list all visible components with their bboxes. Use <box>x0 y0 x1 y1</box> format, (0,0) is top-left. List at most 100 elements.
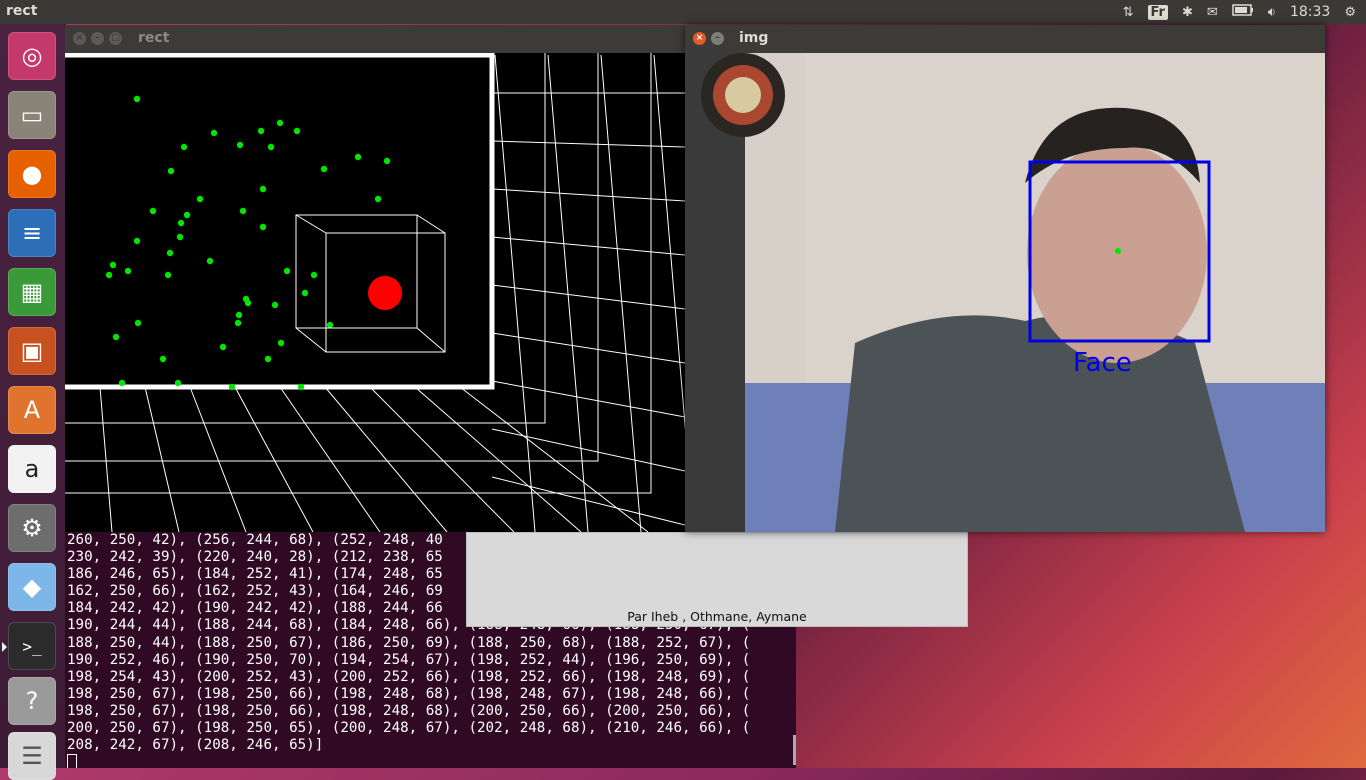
help-icon[interactable]: ? <box>8 677 56 725</box>
ubuntu-logo-icon[interactable]: ◎ <box>8 32 56 80</box>
particle-dot <box>180 143 188 151</box>
gear-icon[interactable]: ⚙ <box>1344 5 1356 20</box>
particle-dot <box>277 339 285 347</box>
particle-dot <box>257 127 265 135</box>
grid-line <box>491 236 686 256</box>
credits-window: Par Iheb , Othmane, Aymane <box>466 532 968 627</box>
particle-dot <box>183 211 191 219</box>
rect-titlebar[interactable]: × – □ rect <box>65 25 685 53</box>
target-ball <box>368 276 402 310</box>
files-icon[interactable]: ▭ <box>8 91 56 139</box>
close-icon[interactable]: × <box>693 32 706 45</box>
grid-line <box>491 284 686 310</box>
particle-dot <box>235 311 243 319</box>
img-titlebar[interactable]: × – img <box>685 25 1325 53</box>
grid-line <box>547 54 589 533</box>
particle-dot <box>149 207 157 215</box>
particle-dot <box>206 257 214 265</box>
active-app-title: rect <box>6 3 38 19</box>
minimize-icon[interactable]: – <box>91 32 104 45</box>
particle-dot <box>310 271 318 279</box>
particle-dot <box>283 267 291 275</box>
mail-icon[interactable]: ✉ <box>1207 5 1218 20</box>
bluetooth-icon[interactable]: ✱ <box>1182 5 1193 20</box>
network-icon[interactable]: ⇅ <box>1123 5 1134 20</box>
particle-dot <box>109 261 117 269</box>
particle-dot <box>176 233 184 241</box>
amazon-icon[interactable]: a <box>8 445 56 493</box>
terminal-line: 208, 242, 67), (208, 246, 65)] <box>67 737 324 754</box>
terminal-line: 198, 250, 67), (198, 250, 66), (198, 248… <box>67 685 751 702</box>
particle-dot <box>164 271 172 279</box>
top-panel: rect ⇅ Fr ✱ ✉ 🔉︎ 18:33 ⚙ <box>0 0 1366 24</box>
impress-icon[interactable]: ▣ <box>8 327 56 375</box>
terminal-icon[interactable]: >_ <box>2 622 56 670</box>
grid-line <box>324 386 448 533</box>
particle-dot <box>159 355 167 363</box>
system-settings-icon[interactable]: ⚙ <box>8 504 56 552</box>
particle-dot <box>239 207 247 215</box>
particle-dot <box>234 319 242 327</box>
cube-app-icon[interactable]: ◆ <box>8 563 56 611</box>
close-icon[interactable]: × <box>73 32 86 45</box>
terminal-line: 260, 250, 42), (256, 244, 68), (252, 248… <box>67 532 443 548</box>
minimize-icon[interactable]: – <box>711 32 724 45</box>
particle-dot <box>383 157 391 165</box>
face-label: Face <box>1073 348 1132 378</box>
particle-dot <box>105 271 113 279</box>
img-window: × – img Face <box>685 25 1325 532</box>
particle-dot <box>236 141 244 149</box>
maximize-icon[interactable]: □ <box>109 32 122 45</box>
particle-dot <box>293 127 301 135</box>
webcam-frame: Face <box>685 53 1325 532</box>
terminal-line: 190, 252, 46), (190, 250, 70), (194, 254… <box>67 651 751 668</box>
clock[interactable]: 18:33 <box>1290 4 1330 20</box>
grid-line <box>144 386 180 533</box>
writer-icon[interactable]: ≡ <box>8 209 56 257</box>
terminal-line: 188, 250, 44), (188, 250, 67), (186, 250… <box>67 634 751 651</box>
particle-dot <box>259 223 267 231</box>
calc-icon[interactable]: ▦ <box>8 268 56 316</box>
grid-line <box>494 54 536 533</box>
indicator-area: ⇅ Fr ✱ ✉ 🔉︎ 18:33 ⚙ <box>1123 0 1366 24</box>
grid-line <box>491 428 686 472</box>
grid-line <box>99 386 113 533</box>
particle-dot <box>374 195 382 203</box>
terminal-line: 162, 250, 66), (162, 252, 43), (164, 246… <box>67 583 443 600</box>
terminal-scrollbar[interactable] <box>793 735 796 765</box>
particle-dot <box>301 289 309 297</box>
launcher: ◎ ▭ ● ≡ ▦ ▣ A a ⚙ ◆ >_ ? ☰ <box>0 24 66 780</box>
credits-label: Par Iheb , Othmane, Aymane <box>627 609 807 624</box>
particle-dot <box>297 383 305 391</box>
terminal-line: 184, 242, 42), (190, 242, 42), (188, 244… <box>67 600 443 617</box>
firefox-icon[interactable]: ● <box>8 150 56 198</box>
workspace-icon[interactable]: ☰ <box>8 732 56 780</box>
terminal-line: 186, 246, 65), (184, 252, 41), (174, 248… <box>67 566 443 583</box>
particle-dot <box>219 343 227 351</box>
shirt <box>835 314 1245 532</box>
particle-dot <box>267 143 275 151</box>
particle-dot <box>134 319 142 327</box>
grid-line <box>234 386 314 533</box>
terminal-line: 200, 250, 67), (198, 250, 65), (200, 248… <box>67 720 751 737</box>
particle-dot <box>244 299 252 307</box>
particle-dot <box>228 383 236 391</box>
grid-line <box>491 140 686 148</box>
terminal-line: 198, 250, 67), (198, 250, 66), (198, 248… <box>67 702 751 719</box>
rect-window: × – □ rect <box>44 25 907 533</box>
grid-line <box>491 380 686 418</box>
grid-line <box>491 476 686 526</box>
particle-dot <box>167 167 175 175</box>
terminal-line: 198, 254, 43), (200, 252, 43), (200, 252… <box>67 668 751 685</box>
rect-canvas[interactable] <box>44 50 907 533</box>
particle-dot <box>264 355 272 363</box>
terminal-cursor <box>67 754 77 768</box>
keyboard-layout-indicator[interactable]: Fr <box>1147 4 1168 20</box>
battery-icon[interactable] <box>1232 4 1254 20</box>
volume-icon[interactable]: 🔉︎ <box>1268 5 1276 20</box>
running-indicator <box>2 642 7 652</box>
grid-line <box>414 386 582 533</box>
grid-line <box>491 188 686 202</box>
software-center-icon[interactable]: A <box>8 386 56 434</box>
particle-dot <box>133 95 141 103</box>
